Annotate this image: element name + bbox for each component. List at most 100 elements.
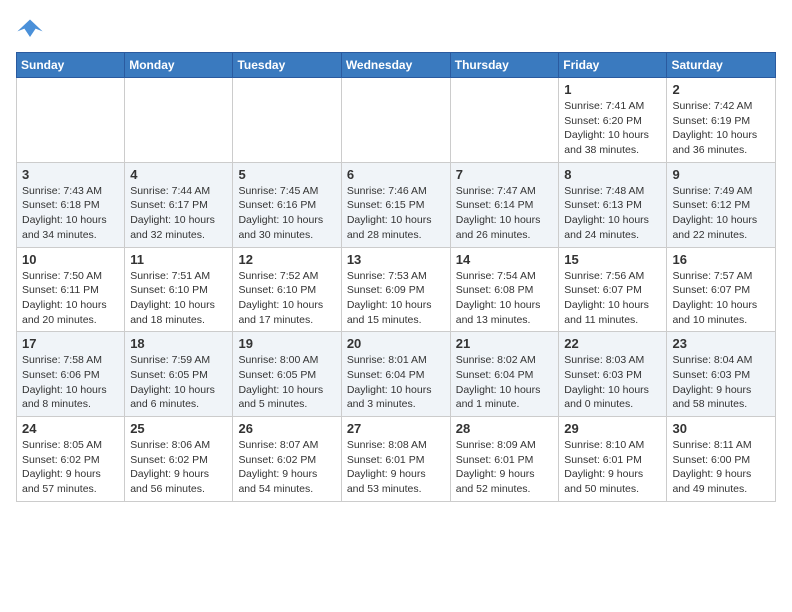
calendar-cell: 1 Sunrise: 7:41 AM Sunset: 6:20 PM Daylig…: [559, 78, 667, 163]
day-number: 22: [564, 336, 661, 351]
day-info: Sunrise: 7:51 AM Sunset: 6:10 PM Dayligh…: [130, 269, 227, 328]
day-number: 3: [22, 167, 119, 182]
week-row-5: 24 Sunrise: 8:05 AM Sunset: 6:02 PM Dayli…: [17, 417, 776, 502]
day-number: 29: [564, 421, 661, 436]
calendar-cell: 22 Sunrise: 8:03 AM Sunset: 6:03 PM Dayli…: [559, 332, 667, 417]
day-info: Sunrise: 7:46 AM Sunset: 6:15 PM Dayligh…: [347, 184, 445, 243]
calendar-cell: 5 Sunrise: 7:45 AM Sunset: 6:16 PM Daylig…: [233, 162, 341, 247]
day-info: Sunrise: 7:43 AM Sunset: 6:18 PM Dayligh…: [22, 184, 119, 243]
calendar-cell: [125, 78, 233, 163]
calendar-cell: 20Sunrise: 8:01 AM Sunset: 6:04 PM Dayli…: [341, 332, 450, 417]
column-header-tuesday: Tuesday: [233, 53, 341, 78]
calendar-cell: [450, 78, 559, 163]
day-info: Sunrise: 8:04 AM Sunset: 6:03 PM Dayligh…: [672, 353, 770, 412]
calendar-cell: 10 Sunrise: 7:50 AM Sunset: 6:11 PM Dayli…: [17, 247, 125, 332]
calendar-cell: 19Sunrise: 8:00 AM Sunset: 6:05 PM Dayli…: [233, 332, 341, 417]
day-info: Sunrise: 8:02 AM Sunset: 6:04 PM Dayligh…: [456, 353, 554, 412]
day-number: 8: [564, 167, 661, 182]
calendar-cell: 16 Sunrise: 7:57 AM Sunset: 6:07 PM Dayli…: [667, 247, 776, 332]
day-info: Sunrise: 7:41 AM Sunset: 6:20 PM Dayligh…: [564, 99, 661, 158]
logo-icon: [16, 16, 44, 44]
calendar-cell: [17, 78, 125, 163]
day-number: 25: [130, 421, 227, 436]
header: [16, 16, 776, 44]
column-header-monday: Monday: [125, 53, 233, 78]
day-number: 12: [238, 252, 335, 267]
calendar-cell: 6Sunrise: 7:46 AM Sunset: 6:15 PM Daylig…: [341, 162, 450, 247]
week-row-1: 1 Sunrise: 7:41 AM Sunset: 6:20 PM Daylig…: [17, 78, 776, 163]
calendar-header: SundayMondayTuesdayWednesdayThursdayFrid…: [17, 53, 776, 78]
day-info: Sunrise: 8:00 AM Sunset: 6:05 PM Dayligh…: [238, 353, 335, 412]
calendar-cell: 30 Sunrise: 8:11 AM Sunset: 6:00 PM Dayli…: [667, 417, 776, 502]
calendar-cell: 29 Sunrise: 8:10 AM Sunset: 6:01 PM Dayli…: [559, 417, 667, 502]
day-info: Sunrise: 7:45 AM Sunset: 6:16 PM Dayligh…: [238, 184, 335, 243]
day-info: Sunrise: 7:49 AM Sunset: 6:12 PM Dayligh…: [672, 184, 770, 243]
calendar-cell: 28 Sunrise: 8:09 AM Sunset: 6:01 PM Dayli…: [450, 417, 559, 502]
calendar-body: 1 Sunrise: 7:41 AM Sunset: 6:20 PM Daylig…: [17, 78, 776, 502]
day-number: 7: [456, 167, 554, 182]
column-header-sunday: Sunday: [17, 53, 125, 78]
calendar-cell: 9 Sunrise: 7:49 AM Sunset: 6:12 PM Daylig…: [667, 162, 776, 247]
calendar-cell: 15 Sunrise: 7:56 AM Sunset: 6:07 PM Dayli…: [559, 247, 667, 332]
day-info: Sunrise: 8:11 AM Sunset: 6:00 PM Dayligh…: [672, 438, 770, 497]
week-row-2: 3 Sunrise: 7:43 AM Sunset: 6:18 PM Daylig…: [17, 162, 776, 247]
day-info: Sunrise: 8:09 AM Sunset: 6:01 PM Dayligh…: [456, 438, 554, 497]
column-header-friday: Friday: [559, 53, 667, 78]
day-info: Sunrise: 8:05 AM Sunset: 6:02 PM Dayligh…: [22, 438, 119, 497]
day-number: 2: [672, 82, 770, 97]
day-info: Sunrise: 7:59 AM Sunset: 6:05 PM Dayligh…: [130, 353, 227, 412]
calendar-cell: 8Sunrise: 7:48 AM Sunset: 6:13 PM Daylig…: [559, 162, 667, 247]
day-number: 20: [347, 336, 445, 351]
calendar-cell: 11 Sunrise: 7:51 AM Sunset: 6:10 PM Dayli…: [125, 247, 233, 332]
calendar-cell: 23 Sunrise: 8:04 AM Sunset: 6:03 PM Dayli…: [667, 332, 776, 417]
calendar-cell: 25 Sunrise: 8:06 AM Sunset: 6:02 PM Dayli…: [125, 417, 233, 502]
day-info: Sunrise: 7:44 AM Sunset: 6:17 PM Dayligh…: [130, 184, 227, 243]
calendar-cell: 26 Sunrise: 8:07 AM Sunset: 6:02 PM Dayli…: [233, 417, 341, 502]
calendar-cell: 18Sunrise: 7:59 AM Sunset: 6:05 PM Dayli…: [125, 332, 233, 417]
day-number: 23: [672, 336, 770, 351]
calendar-cell: 13Sunrise: 7:53 AM Sunset: 6:09 PM Dayli…: [341, 247, 450, 332]
calendar-cell: 2Sunrise: 7:42 AM Sunset: 6:19 PM Daylig…: [667, 78, 776, 163]
day-number: 11: [130, 252, 227, 267]
day-number: 17: [22, 336, 119, 351]
day-number: 1: [564, 82, 661, 97]
day-info: Sunrise: 7:57 AM Sunset: 6:07 PM Dayligh…: [672, 269, 770, 328]
calendar-cell: 7 Sunrise: 7:47 AM Sunset: 6:14 PM Daylig…: [450, 162, 559, 247]
day-info: Sunrise: 8:06 AM Sunset: 6:02 PM Dayligh…: [130, 438, 227, 497]
logo: [16, 16, 48, 44]
day-number: 30: [672, 421, 770, 436]
day-number: 4: [130, 167, 227, 182]
calendar-cell: 14Sunrise: 7:54 AM Sunset: 6:08 PM Dayli…: [450, 247, 559, 332]
day-info: Sunrise: 7:56 AM Sunset: 6:07 PM Dayligh…: [564, 269, 661, 328]
day-number: 26: [238, 421, 335, 436]
calendar-cell: 4 Sunrise: 7:44 AM Sunset: 6:17 PM Daylig…: [125, 162, 233, 247]
day-number: 9: [672, 167, 770, 182]
day-number: 14: [456, 252, 554, 267]
calendar-cell: 24 Sunrise: 8:05 AM Sunset: 6:02 PM Dayli…: [17, 417, 125, 502]
week-row-3: 10 Sunrise: 7:50 AM Sunset: 6:11 PM Dayli…: [17, 247, 776, 332]
calendar-cell: 3 Sunrise: 7:43 AM Sunset: 6:18 PM Daylig…: [17, 162, 125, 247]
calendar-cell: 21 Sunrise: 8:02 AM Sunset: 6:04 PM Dayli…: [450, 332, 559, 417]
calendar-cell: [233, 78, 341, 163]
day-info: Sunrise: 7:52 AM Sunset: 6:10 PM Dayligh…: [238, 269, 335, 328]
column-header-saturday: Saturday: [667, 53, 776, 78]
day-info: Sunrise: 8:03 AM Sunset: 6:03 PM Dayligh…: [564, 353, 661, 412]
day-info: Sunrise: 8:07 AM Sunset: 6:02 PM Dayligh…: [238, 438, 335, 497]
column-header-wednesday: Wednesday: [341, 53, 450, 78]
day-number: 27: [347, 421, 445, 436]
day-number: 5: [238, 167, 335, 182]
day-number: 10: [22, 252, 119, 267]
column-header-thursday: Thursday: [450, 53, 559, 78]
day-info: Sunrise: 8:10 AM Sunset: 6:01 PM Dayligh…: [564, 438, 661, 497]
calendar-cell: [341, 78, 450, 163]
day-info: Sunrise: 7:47 AM Sunset: 6:14 PM Dayligh…: [456, 184, 554, 243]
calendar-cell: 27Sunrise: 8:08 AM Sunset: 6:01 PM Dayli…: [341, 417, 450, 502]
day-number: 24: [22, 421, 119, 436]
day-number: 28: [456, 421, 554, 436]
day-number: 15: [564, 252, 661, 267]
day-number: 16: [672, 252, 770, 267]
day-number: 21: [456, 336, 554, 351]
day-info: Sunrise: 7:50 AM Sunset: 6:11 PM Dayligh…: [22, 269, 119, 328]
header-row: SundayMondayTuesdayWednesdayThursdayFrid…: [17, 53, 776, 78]
calendar-table: SundayMondayTuesdayWednesdayThursdayFrid…: [16, 52, 776, 502]
